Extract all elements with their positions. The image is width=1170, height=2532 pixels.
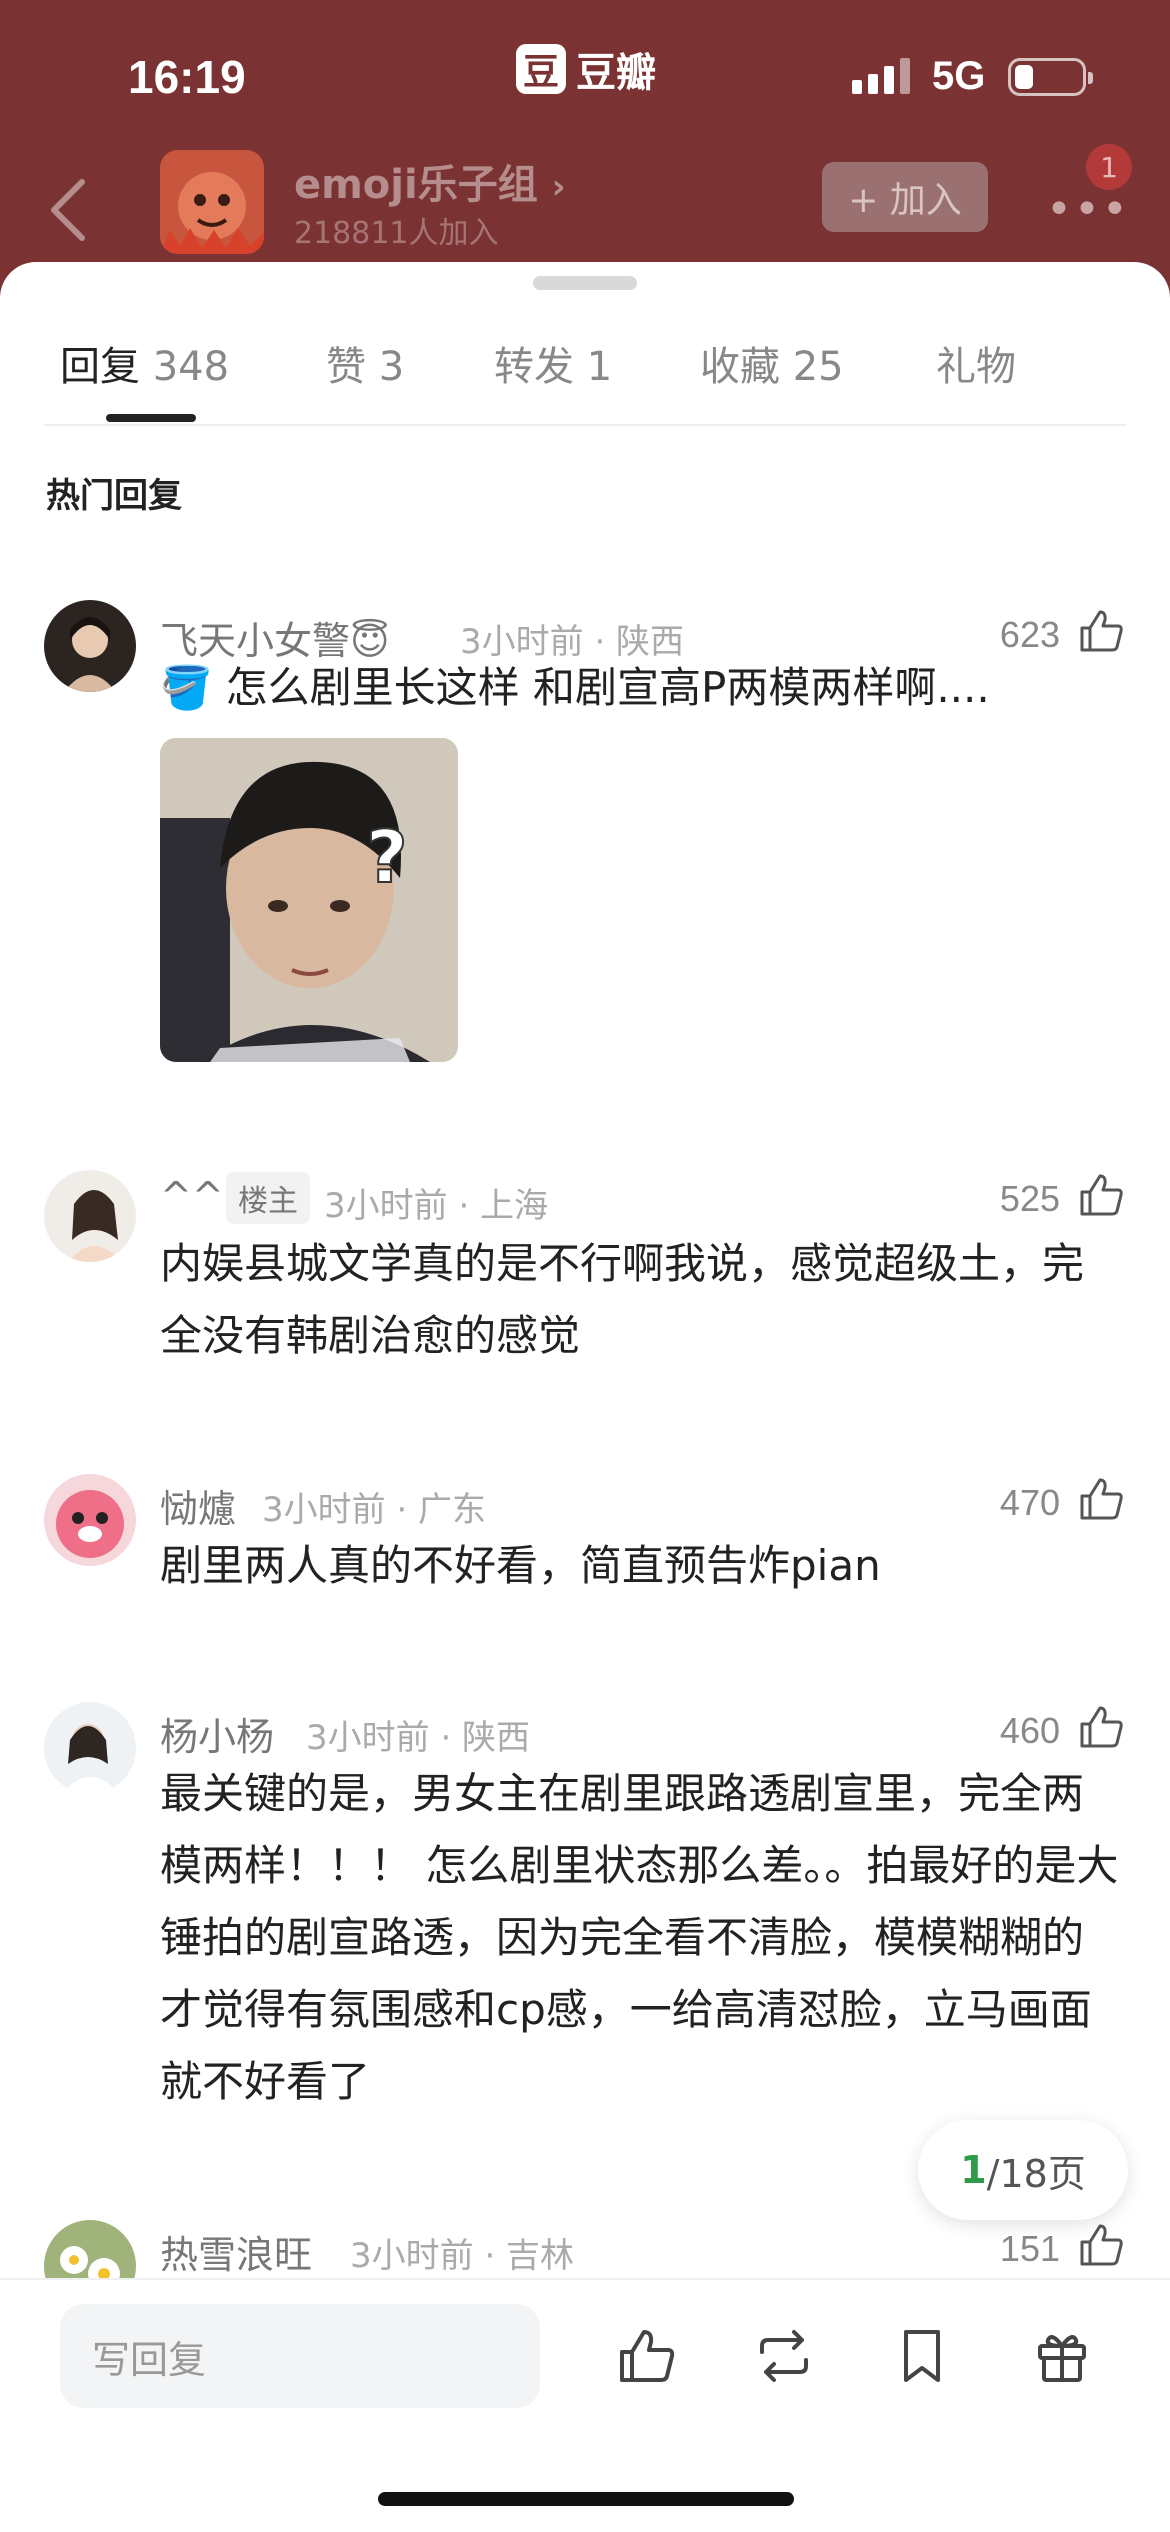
like-icon[interactable]	[614, 2324, 678, 2388]
notification-badge: 1	[1086, 144, 1132, 190]
divider	[44, 424, 1126, 426]
tab-collections[interactable]: 收藏 25	[700, 334, 844, 392]
comment-text: 最关键的是，男女主在剧里跟路透剧宣里，完全两模两样！！！ 怎么剧里状态那么差。。…	[160, 1769, 1119, 2106]
group-avatar[interactable]	[160, 150, 264, 254]
like-count: 151	[999, 2228, 1060, 2269]
like-count: 470	[999, 1482, 1060, 1523]
douban-logo-icon: 豆	[516, 44, 566, 94]
op-badge: 楼主	[226, 1172, 310, 1224]
comment-text: 剧里两人真的不好看，简直预告炸pian	[160, 1541, 881, 1590]
bookmark-icon[interactable]	[890, 2324, 954, 2388]
svg-text:?: ?	[366, 815, 408, 899]
avatar[interactable]	[44, 600, 136, 692]
comment-text: 内娱县城文学真的是不行啊我说，感觉超级土，完全没有韩剧治愈的感觉	[160, 1239, 1085, 1360]
thumbs-up-icon[interactable]	[1076, 2220, 1126, 2270]
comment-text: 🪣 怎么剧里长这样 和剧宣高P两模两样啊....	[160, 663, 990, 712]
reply-input[interactable]: 写回复	[60, 2304, 540, 2408]
tab-reposts[interactable]: 转发 1	[494, 334, 612, 392]
join-group-button[interactable]: + 加入	[822, 162, 988, 232]
group-member-count: 218811人加入	[294, 216, 499, 251]
comment-time-location: 3小时前 · 广东	[262, 1490, 487, 1530]
active-tab-indicator	[106, 414, 196, 422]
chevron-right-icon: ›	[551, 167, 566, 207]
group-name[interactable]: emoji乐子组 ›	[294, 152, 566, 210]
network-type: 5G	[932, 54, 986, 98]
comment-username[interactable]: 热雪浪旺	[160, 2224, 312, 2279]
comment-username[interactable]: 杨小杨	[160, 1706, 274, 1761]
app-name: 豆瓣	[576, 50, 656, 96]
tab-replies[interactable]: 回复 348	[60, 334, 229, 392]
comment-username[interactable]: 恸爈	[160, 1478, 236, 1533]
page-indicator[interactable]: 1/18页	[918, 2120, 1128, 2220]
signal-icon	[852, 58, 910, 94]
avatar[interactable]	[44, 1702, 136, 1794]
thumbs-up-icon[interactable]	[1076, 1474, 1126, 1524]
status-bar: 16:19 豆 豆瓣 5G	[0, 0, 1170, 150]
comment-time-location: 3小时前 · 陕西	[306, 1718, 531, 1758]
home-indicator	[378, 2492, 794, 2506]
gift-icon[interactable]	[1030, 2324, 1094, 2388]
like-count: 525	[999, 1178, 1060, 1219]
avatar[interactable]	[44, 1474, 136, 1566]
comment-time-location: 3小时前 · 吉林	[350, 2236, 575, 2276]
more-options-icon[interactable]: •••	[1046, 184, 1130, 235]
group-header: emoji乐子组 › 218811人加入 + 加入 ••• 1	[0, 144, 1170, 270]
comment-username[interactable]: ^^	[160, 1174, 224, 1218]
comment-time-location: 3小时前 · 上海	[324, 1186, 549, 1226]
thumbs-up-icon[interactable]	[1076, 1170, 1126, 1220]
comment-image[interactable]: ?	[160, 738, 458, 1062]
status-time: 16:19	[128, 51, 246, 103]
drag-handle[interactable]	[533, 276, 637, 290]
like-count: 623	[999, 614, 1060, 655]
tab-bar: 回复 348 赞 3 转发 1 收藏 25 礼物	[0, 334, 1170, 424]
app-badge: 豆 豆瓣	[516, 40, 656, 98]
avatar[interactable]	[44, 1170, 136, 1262]
back-arrow-icon[interactable]	[40, 170, 100, 250]
tab-gifts[interactable]: 礼物	[936, 334, 1016, 392]
repost-icon[interactable]	[752, 2324, 816, 2388]
hot-replies-title: 热门回复	[46, 476, 182, 516]
battery-icon	[1008, 58, 1093, 96]
thumbs-up-icon[interactable]	[1076, 606, 1126, 656]
like-count: 460	[999, 1710, 1060, 1751]
tab-likes[interactable]: 赞 3	[326, 334, 404, 392]
thumbs-up-icon[interactable]	[1076, 1702, 1126, 1752]
